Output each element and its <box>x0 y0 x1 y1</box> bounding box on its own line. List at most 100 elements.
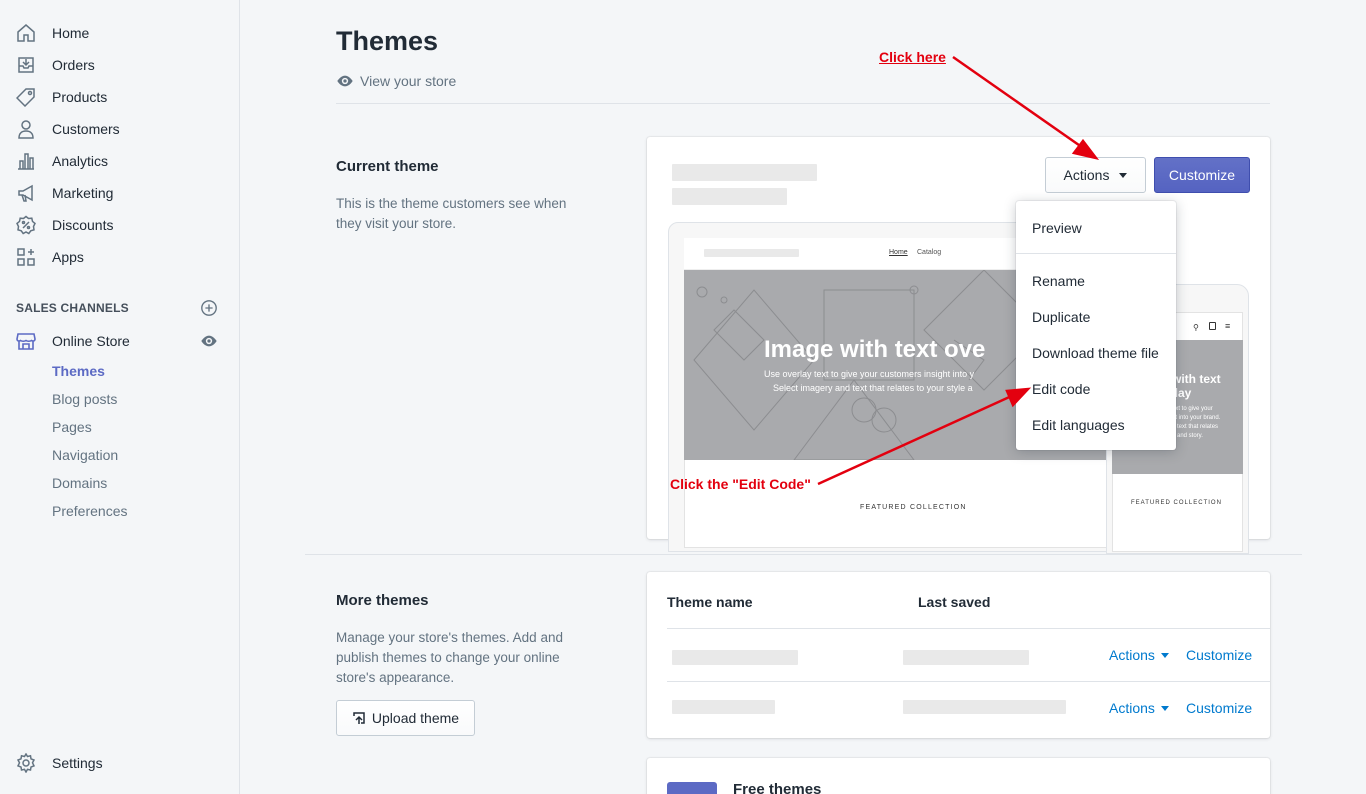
sidebar-subitem-pages[interactable]: Pages <box>52 417 92 437</box>
blurred-theme-name <box>672 700 775 714</box>
sales-channels-label: SALES CHANNELS <box>16 301 129 315</box>
sidebar-item-label: Marketing <box>52 185 114 201</box>
current-theme-title: Current theme <box>336 158 439 175</box>
row-divider <box>667 628 1270 629</box>
person-icon <box>16 119 36 139</box>
current-theme-description: This is the theme customers see when the… <box>336 196 567 231</box>
sidebar-item-label: Products <box>52 89 108 105</box>
sidebar-item-online-store[interactable]: Online Store <box>16 327 226 355</box>
view-store-link[interactable]: View your store <box>336 72 456 90</box>
row-divider <box>667 681 1270 682</box>
actions-dropdown-menu: Preview Rename Duplicate Download theme … <box>1016 201 1176 450</box>
more-themes-title: More themes <box>336 592 429 609</box>
upload-theme-label: Upload theme <box>371 710 460 726</box>
view-online-store-icon[interactable] <box>200 332 218 350</box>
apps-icon <box>16 247 36 267</box>
tag-icon <box>16 87 36 107</box>
more-themes-description: Manage your store's themes. Add and publ… <box>336 630 563 685</box>
mobile-featured-collection: FEATURED COLLECTION <box>1131 500 1222 506</box>
sidebar-subitem-blog-posts[interactable]: Blog posts <box>52 389 117 409</box>
sidebar-subitem-navigation[interactable]: Navigation <box>52 445 118 465</box>
annotation-click-edit-code: Click the "Edit Code" <box>670 476 811 492</box>
mobile-hero-title: with text <box>1172 372 1221 386</box>
blurred-theme-name <box>672 650 798 665</box>
sidebar-item-label: Discounts <box>52 217 114 233</box>
preview-hero-subtitle: Use overlay text to give your customers … <box>764 369 975 379</box>
theme-row-customize-link[interactable]: Customize <box>1186 700 1252 716</box>
sidebar-item-customers[interactable]: Customers <box>16 115 226 143</box>
menu-item-duplicate[interactable]: Duplicate <box>1032 309 1090 325</box>
add-sales-channel-icon[interactable] <box>200 299 218 317</box>
free-themes-title: Free themes <box>733 781 822 794</box>
theme-row-actions-link[interactable]: Actions <box>1109 700 1169 716</box>
sidebar-item-discounts[interactable]: Discounts <box>16 211 226 239</box>
theme-row-customize-link[interactable]: Customize <box>1186 647 1252 663</box>
caret-down-icon <box>1160 705 1169 711</box>
preview-featured-collection: FEATURED COLLECTION <box>860 504 967 511</box>
annotation-click-here: Click here <box>879 49 946 65</box>
blurred-theme-name <box>672 164 817 181</box>
sidebar-item-products[interactable]: Products <box>16 83 226 111</box>
sidebar-item-analytics[interactable]: Analytics <box>16 147 226 175</box>
mobile-hero-text: e and story. <box>1172 433 1203 439</box>
menu-divider <box>1016 253 1176 254</box>
caret-down-icon <box>1160 652 1169 658</box>
eye-icon <box>337 75 353 87</box>
column-header-theme-name: Theme name <box>667 594 753 610</box>
menu-item-preview[interactable]: Preview <box>1032 220 1082 236</box>
mobile-hero-text: d text that relates <box>1172 424 1219 430</box>
sidebar-subitem-themes[interactable]: Themes <box>52 361 105 381</box>
preview-hero-title: Image with text ove <box>764 336 986 363</box>
menu-item-edit-languages[interactable]: Edit languages <box>1032 417 1125 433</box>
caret-down-icon <box>1119 172 1128 178</box>
sidebar-item-orders[interactable]: Orders <box>16 51 226 79</box>
upload-icon <box>353 712 365 724</box>
megaphone-icon <box>16 183 36 203</box>
preview-hero-subtitle: Select imagery and text that relates to … <box>773 383 973 393</box>
actions-link-label: Actions <box>1109 700 1155 716</box>
actions-button-label: Actions <box>1063 167 1110 183</box>
blurred-theme-info <box>672 188 787 205</box>
divider <box>336 103 1270 104</box>
menu-item-edit-code[interactable]: Edit code <box>1032 381 1090 397</box>
home-icon <box>16 23 36 43</box>
preview-nav-catalog: Catalog <box>917 249 942 256</box>
preview-menu-icon: ≡ <box>1225 321 1231 331</box>
gear-icon <box>16 753 36 773</box>
sidebar-item-label: Home <box>52 25 90 41</box>
orders-icon <box>16 55 36 75</box>
divider <box>305 554 1302 555</box>
theme-row-actions-link[interactable]: Actions <box>1109 647 1169 663</box>
sidebar-item-marketing[interactable]: Marketing <box>16 179 226 207</box>
blurred-last-saved <box>903 650 1029 665</box>
discount-icon <box>16 215 36 235</box>
bar-chart-icon <box>16 151 36 171</box>
preview-nav-home: Home <box>889 249 908 256</box>
customize-button[interactable]: Customize <box>1154 157 1250 193</box>
sidebar-item-label: Analytics <box>52 153 109 169</box>
menu-item-rename[interactable]: Rename <box>1032 273 1085 289</box>
sidebar-item-label: Orders <box>52 57 95 73</box>
sidebar-item-label: Customers <box>52 121 120 137</box>
sidebar-item-label: Settings <box>52 755 103 771</box>
mobile-hero-text: nt into your brand. <box>1172 415 1221 421</box>
menu-item-download-theme-file[interactable]: Download theme file <box>1032 345 1159 361</box>
blurred-last-saved <box>903 700 1066 714</box>
sidebar-subitem-domains[interactable]: Domains <box>52 473 107 493</box>
free-themes-icon <box>667 782 717 794</box>
sidebar-item-label: Online Store <box>52 333 130 349</box>
sidebar-item-apps[interactable]: Apps <box>16 243 226 271</box>
actions-link-label: Actions <box>1109 647 1155 663</box>
mobile-hero-text: ext to give your <box>1172 406 1213 412</box>
sidebar: Home Orders Products Customers Analytics… <box>0 0 240 794</box>
preview-cart-icon <box>1209 322 1216 330</box>
view-store-label: View your store <box>360 73 457 89</box>
sidebar-item-settings[interactable]: Settings <box>16 749 226 777</box>
sidebar-item-home[interactable]: Home <box>16 19 226 47</box>
actions-button[interactable]: Actions <box>1045 157 1146 193</box>
page-title: Themes <box>336 26 439 56</box>
preview-search-icon: ⚲ <box>1193 323 1199 332</box>
store-icon <box>16 331 36 351</box>
sidebar-subitem-preferences[interactable]: Preferences <box>52 501 127 521</box>
upload-theme-button[interactable]: Upload theme <box>336 700 475 736</box>
